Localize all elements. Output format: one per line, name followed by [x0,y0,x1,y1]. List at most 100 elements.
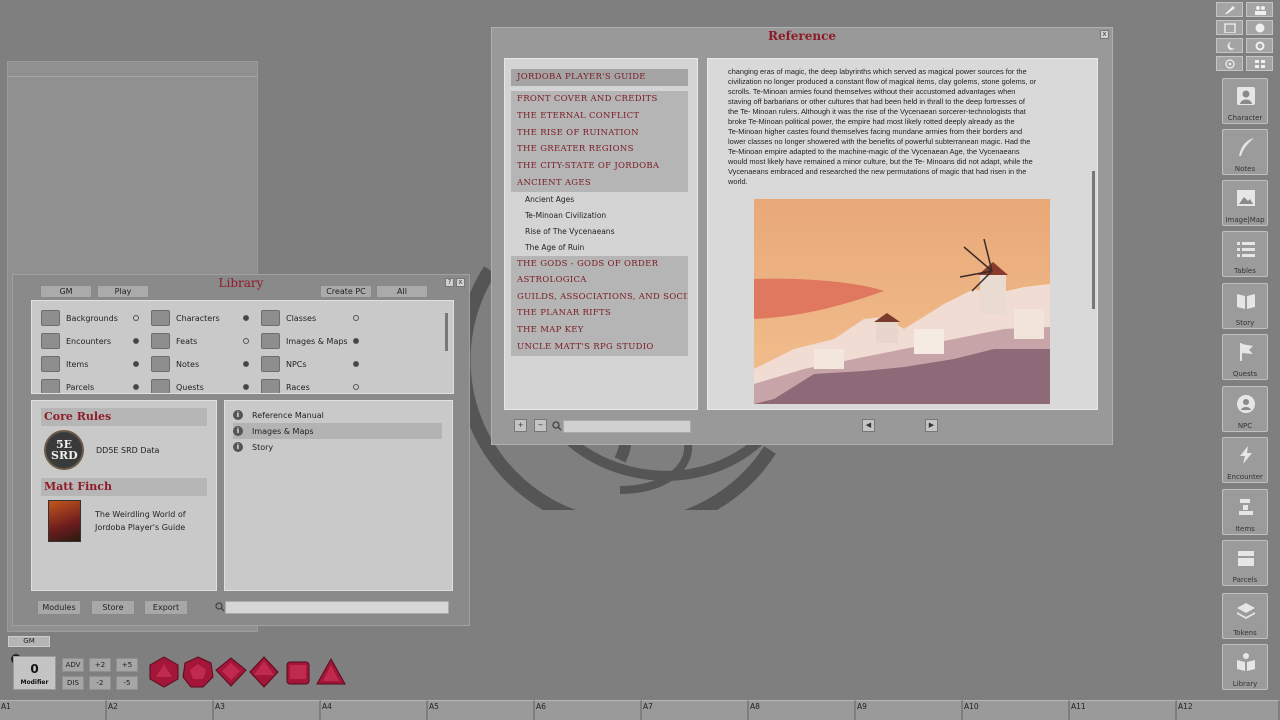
tool-button-2[interactable] [1246,2,1273,17]
toggle-dot[interactable] [243,384,249,390]
tab-play[interactable]: Play [97,285,149,298]
toggle-dot[interactable] [133,315,139,321]
toc-item[interactable]: THE ETERNAL CONFLICT [511,108,688,125]
dis-button[interactable]: DIS [62,676,84,690]
toggle-dot[interactable] [353,384,359,390]
hotkey-slot[interactable]: A4 [321,700,428,720]
library-close-button[interactable]: x [456,278,465,287]
category-quests[interactable]: Quests [151,378,204,394]
sidebar-encounter[interactable]: Encounter [1222,437,1268,483]
toc-subitem[interactable]: Ancient Ages [525,192,574,208]
hotkey-slot[interactable]: A11 [1070,700,1177,720]
sidebar-notes[interactable]: Notes [1222,129,1268,175]
toc-subitem[interactable]: The Age of Ruin [525,240,584,256]
reference-scrollbar[interactable] [1092,171,1095,309]
toc-item[interactable]: THE MAP KEY [511,322,688,339]
d8-die-icon[interactable] [247,655,281,689]
category-scrollbar[interactable] [445,313,448,351]
toc-item[interactable]: THE CITY-STATE OF JORDOBA [511,158,688,175]
category-feats[interactable]: Feats [151,332,197,350]
tool-button-8[interactable] [1246,56,1273,71]
entry-reference-manual[interactable]: iReference Manual [233,407,442,423]
group-header-matt-finch[interactable]: Matt Finch [41,478,207,496]
hotkey-slot[interactable]: A7 [642,700,749,720]
toc-subitem[interactable]: Te-Minoan Civilization [525,208,606,224]
d4-die-icon[interactable] [314,655,348,689]
toggle-dot[interactable] [243,361,249,367]
category-parcels[interactable]: Parcels [41,378,94,394]
hotkey-slot[interactable]: A2 [107,700,214,720]
d12-die-icon[interactable] [181,655,215,689]
toggle-dot[interactable] [133,384,139,390]
tab-create-pc[interactable]: Create PC [320,285,372,298]
toc-item[interactable]: UNCLE MATT'S RPG STUDIO [511,339,688,356]
d6-die-icon[interactable] [281,655,315,689]
reference-close-button[interactable]: x [1100,30,1109,39]
toc-item[interactable]: GUILDS, ASSOCIATIONS, AND SOCIETIES [511,289,688,306]
minus-two-button[interactable]: -2 [89,676,111,690]
reference-search-input[interactable] [563,420,691,433]
category-npcs[interactable]: NPCs [261,355,307,373]
export-button[interactable]: Export [144,600,188,615]
sidebar-image-map[interactable]: Image|Map [1222,180,1268,226]
toggle-dot[interactable] [353,338,359,344]
module-dd5e-srd[interactable]: 5E SRD DD5E SRD Data [44,430,159,470]
category-items[interactable]: Items [41,355,88,373]
plus-two-button[interactable]: +2 [89,658,111,672]
sidebar-parcels[interactable]: Parcels [1222,540,1268,586]
hotkey-slot[interactable]: A8 [749,700,856,720]
sidebar-items[interactable]: Items [1222,489,1268,535]
modules-button[interactable]: Modules [37,600,81,615]
sidebar-tokens[interactable]: Tokens [1222,593,1268,639]
category-characters[interactable]: Characters [151,309,220,327]
minus-five-button[interactable]: -5 [116,676,138,690]
collapse-all-button[interactable]: − [534,419,547,432]
toc-subitem[interactable]: Rise of The Vycenaeans [525,224,614,240]
toggle-dot[interactable] [353,315,359,321]
toc-item-ancient-ages[interactable]: ANCIENT AGES [511,175,688,192]
adv-button[interactable]: ADV [62,658,84,672]
toggle-dot[interactable] [243,315,249,321]
d20-die-icon[interactable] [147,655,181,689]
expand-all-button[interactable]: + [514,419,527,432]
tool-button-1[interactable] [1216,2,1243,17]
category-encounters[interactable]: Encounters [41,332,111,350]
toc-item[interactable]: ASTROLOGICA [511,272,688,289]
modifier-box[interactable]: 0 Modifier [13,656,56,690]
library-window[interactable]: Library ? x GM Play Create PC All Backgr… [12,274,470,626]
d10-die-icon[interactable] [214,655,248,689]
category-races[interactable]: Races [261,378,310,394]
hotkey-slot[interactable]: A9 [856,700,963,720]
hotkey-slot[interactable]: A3 [214,700,321,720]
group-header-core-rules[interactable]: Core Rules [41,408,207,426]
hotkey-slot[interactable]: A5 [428,700,535,720]
entry-story[interactable]: iStory [233,439,442,455]
tool-button-3[interactable] [1216,20,1243,35]
category-classes[interactable]: Classes [261,309,316,327]
hotkey-slot[interactable]: A10 [963,700,1070,720]
plus-five-button[interactable]: +5 [116,658,138,672]
toc-item[interactable]: THE PLANAR RIFTS [511,305,688,322]
module-jordoba[interactable]: The Weirdling World ofJordoba Player's G… [48,500,186,542]
sidebar-tables[interactable]: Tables [1222,231,1268,277]
library-search-input[interactable] [225,601,449,614]
toc-item[interactable]: THE GODS - GODS OF ORDER [511,256,688,273]
sidebar-library[interactable]: Library [1222,644,1268,690]
toc-item[interactable]: THE RISE OF RUINATION [511,125,688,142]
tool-button-7[interactable] [1216,56,1243,71]
store-button[interactable]: Store [91,600,135,615]
sidebar-character[interactable]: Character [1222,78,1268,124]
toggle-dot[interactable] [133,338,139,344]
entry-images-maps[interactable]: iImages & Maps [233,423,442,439]
tab-gm[interactable]: GM [40,285,92,298]
toggle-dot[interactable] [353,361,359,367]
previous-page-button[interactable]: ◀ [862,419,875,432]
windmill-town-illustration[interactable] [754,199,1050,404]
toggle-dot[interactable] [133,361,139,367]
category-images-maps[interactable]: Images & Maps [261,332,348,350]
next-page-button[interactable]: ▶ [925,419,938,432]
toc-item[interactable]: FRONT COVER AND CREDITS [511,91,688,108]
category-backgrounds[interactable]: Backgrounds [41,309,118,327]
hotkey-slot[interactable]: A6 [535,700,642,720]
toc-item[interactable]: THE GREATER REGIONS [511,141,688,158]
